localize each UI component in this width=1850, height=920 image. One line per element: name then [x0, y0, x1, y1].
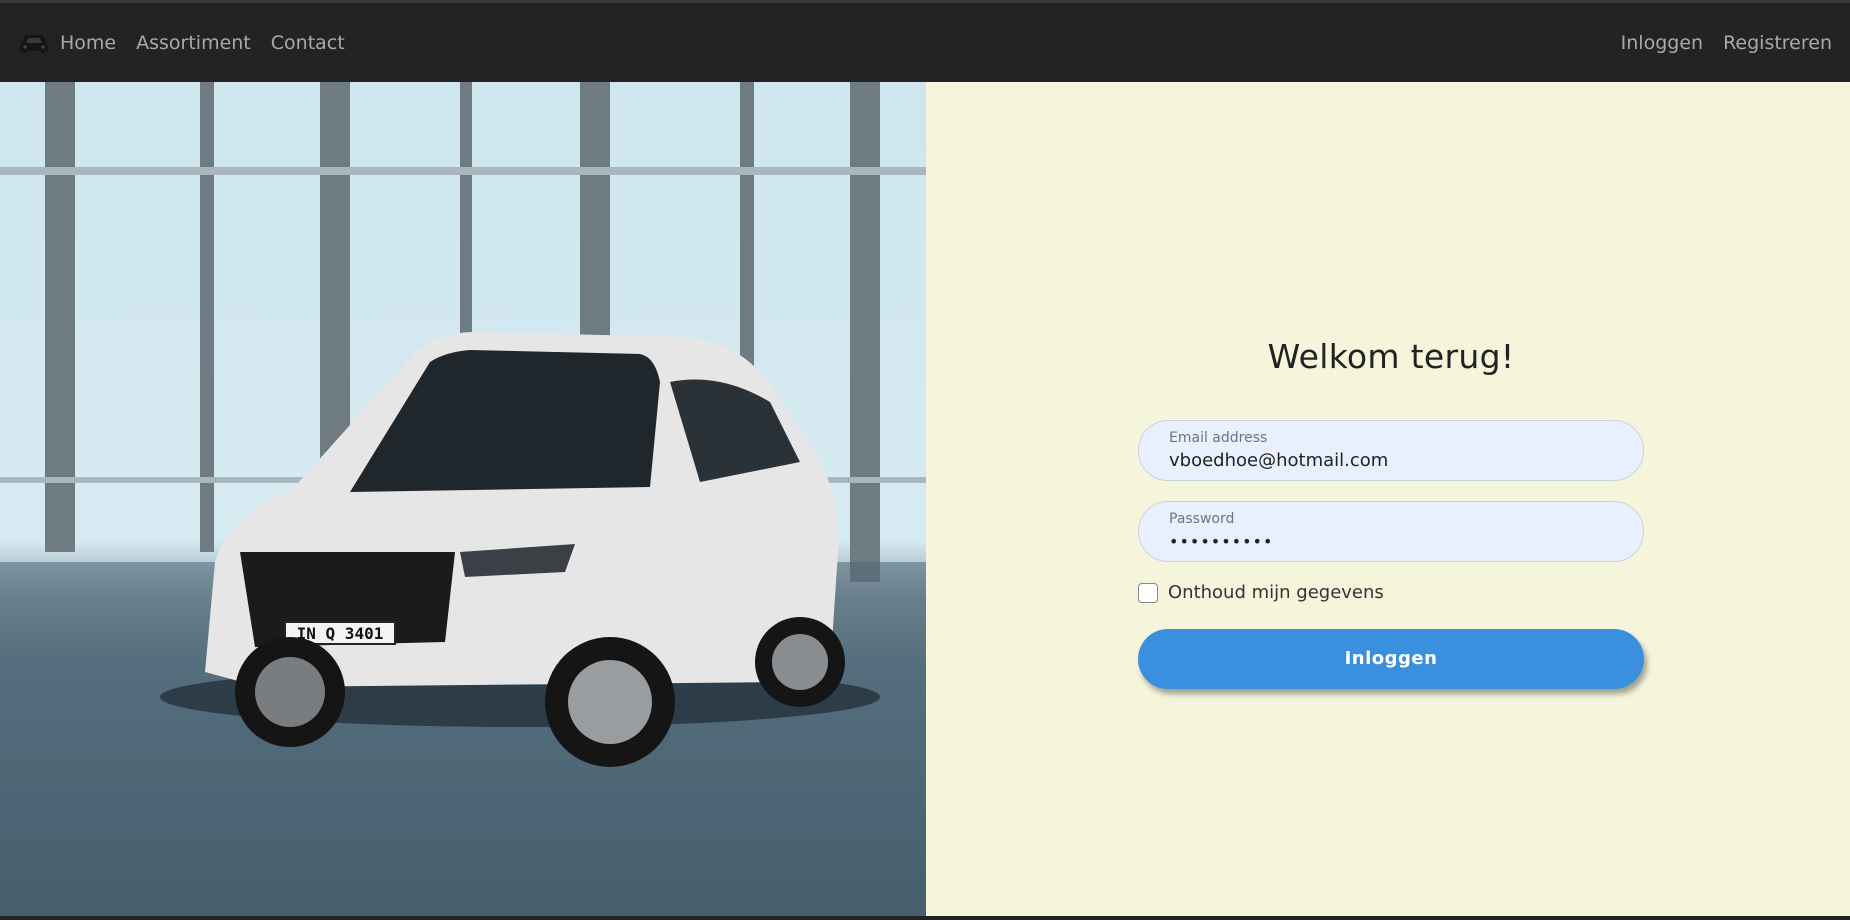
nav-link-assortiment[interactable]: Assortiment: [136, 32, 251, 54]
login-button[interactable]: Inloggen: [1138, 629, 1644, 689]
nav-left: Home Assortiment Contact: [18, 32, 365, 54]
email-input[interactable]: vboedhoe@hotmail.com: [1169, 449, 1613, 473]
login-form: Welkom terug! Email address vboedhoe@hot…: [1138, 337, 1644, 689]
car-icon[interactable]: [18, 32, 50, 54]
password-input[interactable]: ••••••••••: [1169, 530, 1613, 554]
login-panel: Welkom terug! Email address vboedhoe@hot…: [926, 82, 1850, 916]
nav-link-inloggen[interactable]: Inloggen: [1621, 32, 1703, 54]
password-label: Password: [1169, 511, 1235, 527]
nav-link-home[interactable]: Home: [60, 32, 116, 54]
license-plate: IN Q 3401: [297, 624, 384, 643]
navbar: Home Assortiment Contact Inloggen Regist…: [0, 0, 1850, 82]
nav-link-registreren[interactable]: Registreren: [1723, 32, 1832, 54]
password-field[interactable]: Password ••••••••••: [1138, 501, 1644, 562]
page-title: Welkom terug!: [1267, 337, 1515, 376]
remember-label: Onthoud mijn gegevens: [1168, 582, 1384, 603]
hero-car-image: IN Q 3401: [0, 82, 926, 916]
remember-me[interactable]: Onthoud mijn gegevens: [1138, 582, 1644, 603]
email-label: Email address: [1169, 430, 1268, 446]
nav-right: Inloggen Registreren: [1601, 32, 1832, 54]
remember-checkbox[interactable]: [1138, 582, 1158, 603]
nav-link-contact[interactable]: Contact: [271, 32, 345, 54]
email-field[interactable]: Email address vboedhoe@hotmail.com: [1138, 420, 1644, 481]
